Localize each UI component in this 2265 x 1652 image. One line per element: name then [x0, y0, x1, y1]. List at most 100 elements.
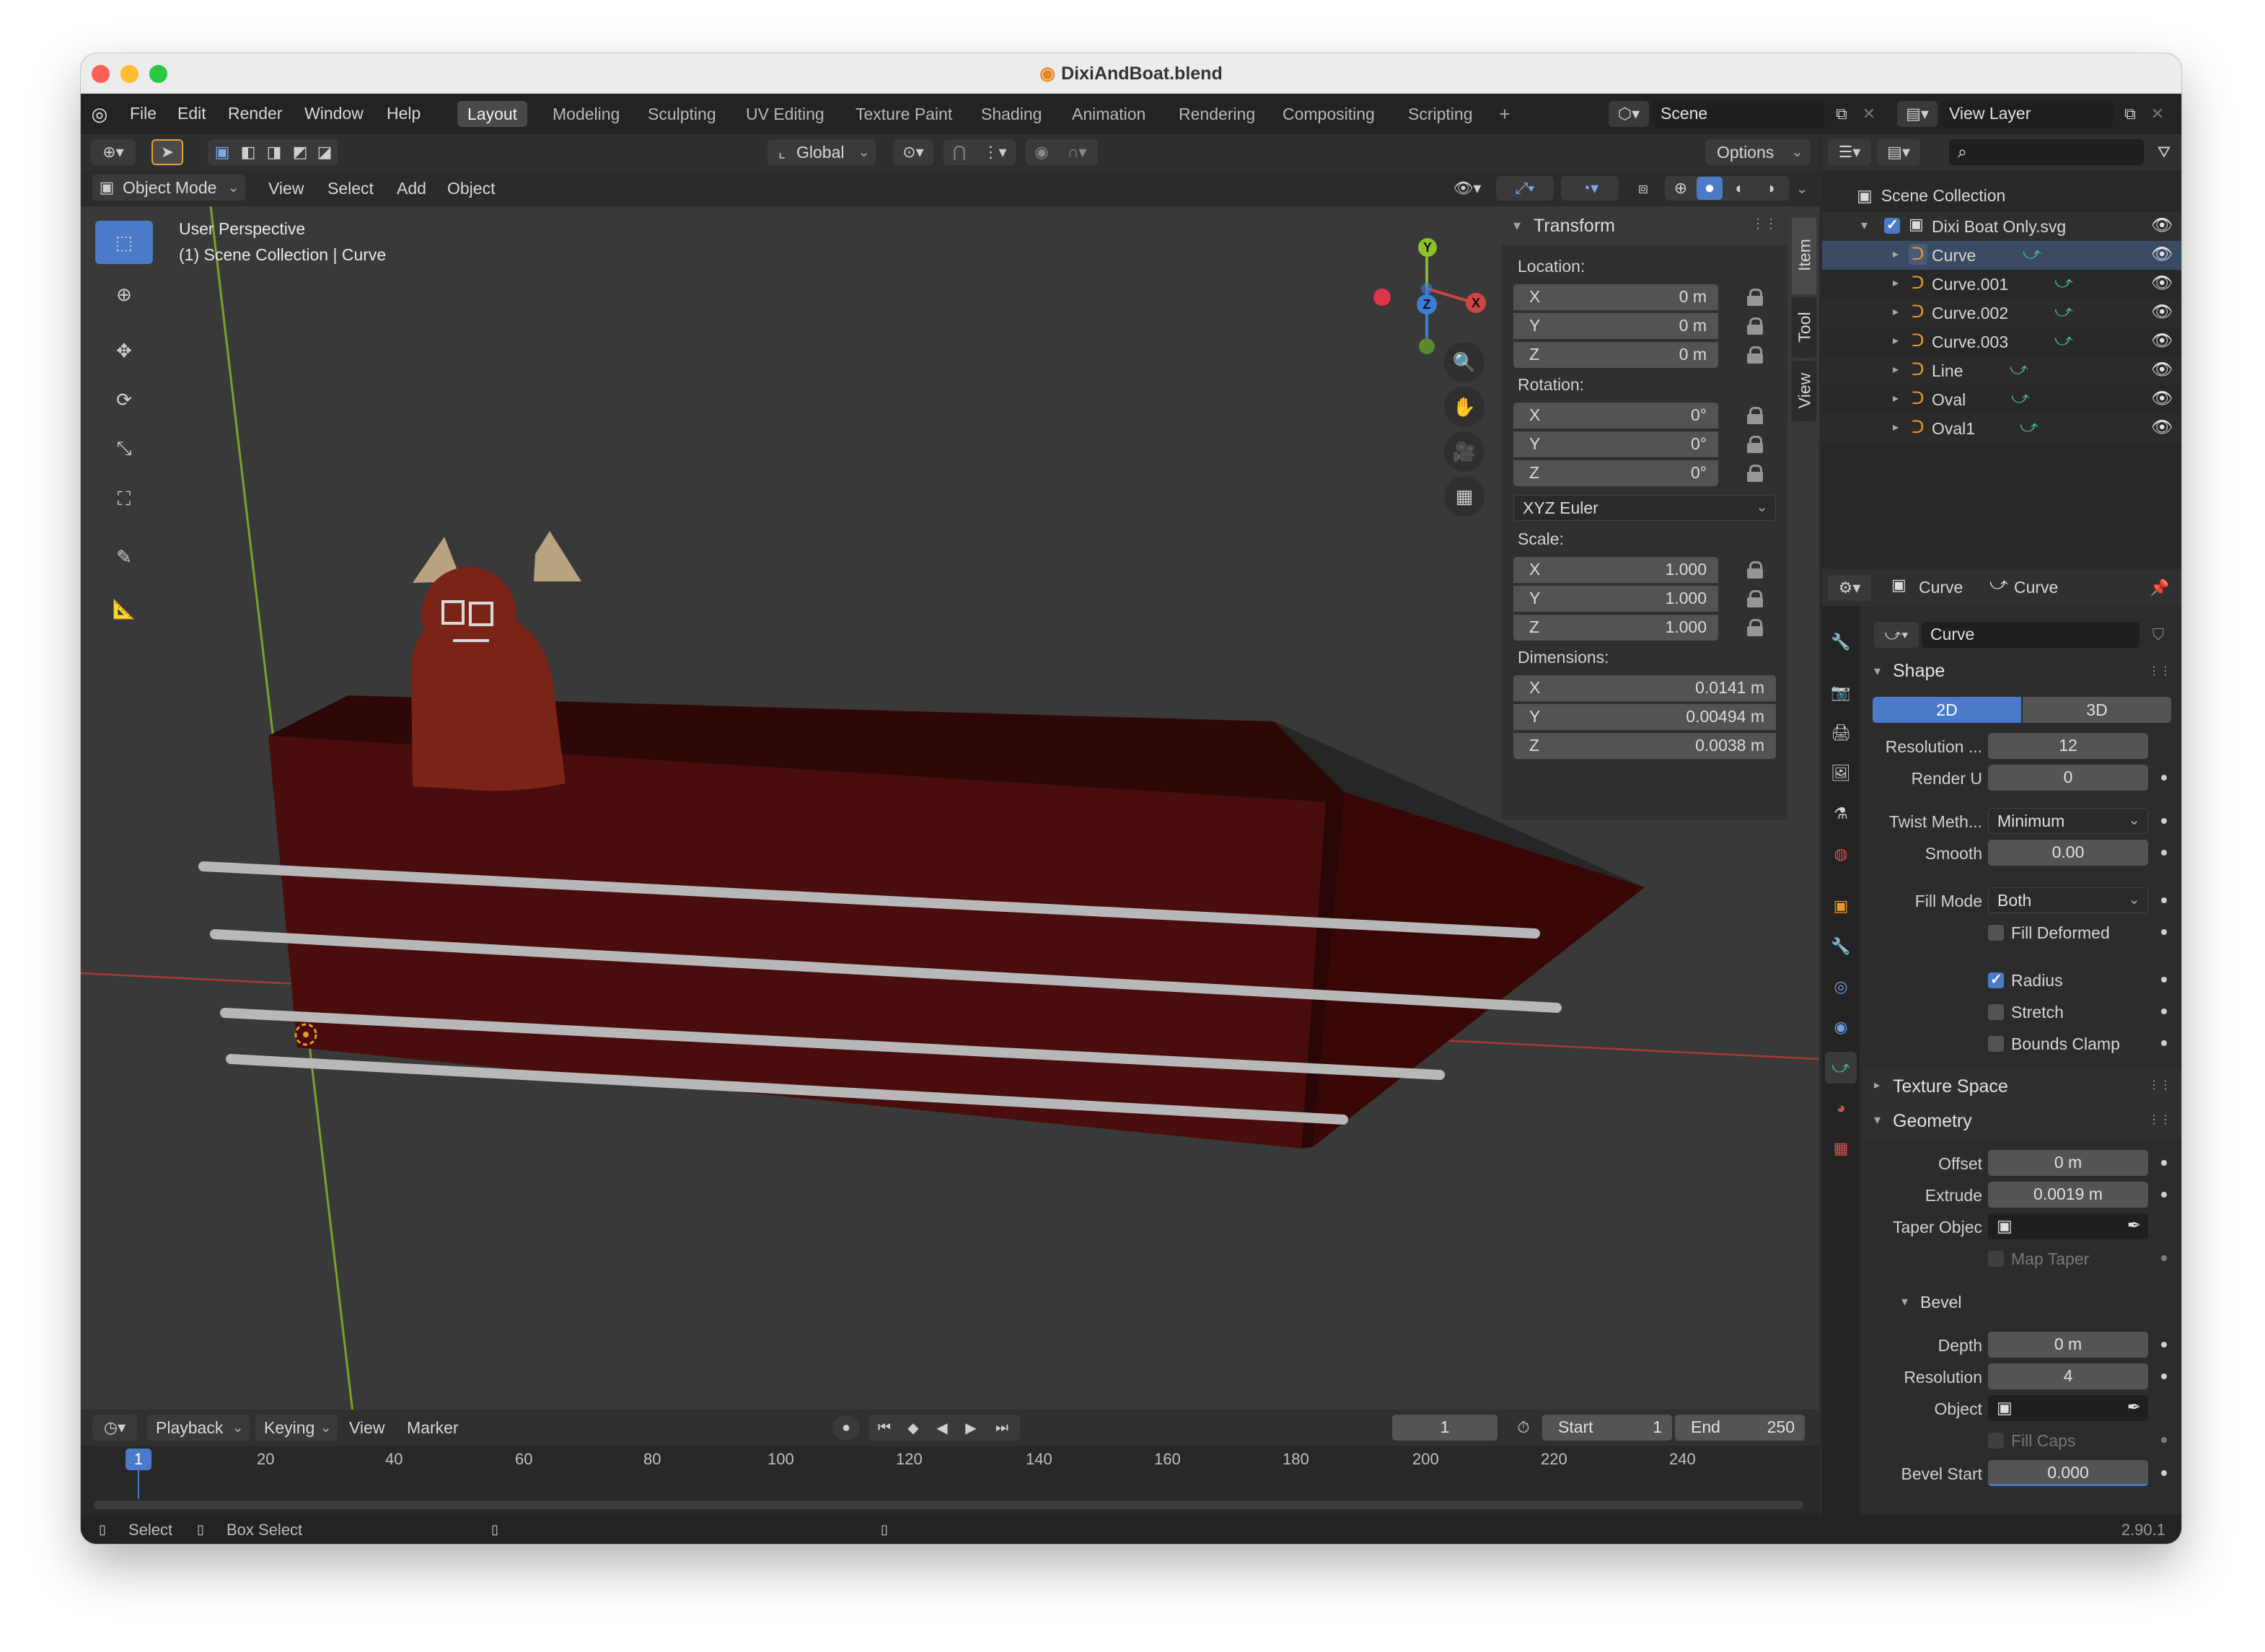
new-scene-icon[interactable]: ⧉: [1829, 101, 1854, 127]
select-difference-icon[interactable]: ◩: [289, 141, 312, 164]
lock-icon[interactable]: [1747, 590, 1763, 607]
xray-toggle-icon[interactable]: ⧈: [1630, 176, 1656, 201]
new-view-layer-icon[interactable]: ⧉: [2118, 101, 2142, 127]
expand-arrow-icon[interactable]: ▸: [1893, 362, 1899, 377]
viewport-menu-select[interactable]: Select: [327, 179, 374, 198]
view-layer-tab-icon[interactable]: 🖼: [1826, 759, 1855, 788]
jump-to-start-icon[interactable]: ⏮: [871, 1416, 897, 1439]
animate-property-icon[interactable]: [2161, 897, 2167, 903]
view-layer-selector-button[interactable]: ▤▾: [1897, 101, 1938, 127]
fill-mode-dropdown[interactable]: Both ⌄: [1988, 887, 2148, 913]
expand-arrow-icon[interactable]: ▾: [1861, 218, 1868, 233]
select-new-icon[interactable]: ▣: [211, 141, 234, 164]
next-keyframe-icon[interactable]: ⏭: [987, 1416, 1017, 1439]
fill-caps-checkbox[interactable]: [1988, 1433, 2004, 1449]
add-workspace-icon[interactable]: +: [1493, 102, 1516, 126]
outliner-item-oval1[interactable]: ▸ ᑐ Oval1 ⤻ 👁: [1822, 414, 2181, 443]
curve-data-icon[interactable]: ⤻: [2020, 417, 2038, 437]
visibility-eye-icon[interactable]: 👁: [2151, 359, 2173, 380]
visibility-dropdown-icon[interactable]: 👁▾: [1446, 176, 1489, 201]
viewport-menu-add[interactable]: Add: [397, 179, 426, 198]
proportional-edit-group[interactable]: ◉ ∩▾: [1026, 139, 1098, 165]
animate-property-icon[interactable]: [2161, 775, 2167, 781]
move-tool-icon[interactable]: ✥: [95, 329, 153, 372]
location-y-field[interactable]: Y 0 m: [1513, 313, 1718, 339]
gizmo-x-axis[interactable]: X: [1466, 293, 1486, 313]
bevel-object-field[interactable]: ▣ ✒: [1988, 1395, 2148, 1421]
blender-logo-icon[interactable]: ◎: [88, 102, 111, 126]
bevel-resolution-field[interactable]: 4: [1988, 1363, 2148, 1389]
tab-texture-paint[interactable]: Texture Paint: [845, 101, 962, 127]
dimension-x-field[interactable]: X 0.0141 m: [1513, 675, 1776, 701]
bounds-clamp-checkbox[interactable]: [1988, 1036, 2004, 1052]
expand-arrow-icon[interactable]: ▸: [1893, 420, 1899, 434]
rotation-x-field[interactable]: X 0°: [1513, 403, 1718, 429]
end-frame-field[interactable]: End 250: [1675, 1415, 1805, 1441]
menu-render[interactable]: Render: [228, 104, 282, 123]
collection-checkbox[interactable]: [1884, 216, 1900, 234]
animate-property-icon[interactable]: [2161, 1009, 2167, 1014]
animate-property-icon[interactable]: [2161, 818, 2167, 824]
dimension-y-field[interactable]: Y 0.00494 m: [1513, 704, 1776, 730]
perspective-toggle-icon[interactable]: ▦: [1444, 476, 1485, 517]
curve-data-icon[interactable]: ⤻: [2054, 330, 2073, 351]
timeline-menu-marker[interactable]: Marker: [407, 1418, 459, 1438]
tab-compositing[interactable]: Compositing: [1272, 101, 1385, 127]
visibility-eye-icon[interactable]: 👁: [2151, 388, 2173, 409]
lock-icon[interactable]: [1747, 436, 1763, 453]
tab-item[interactable]: Item: [1792, 218, 1816, 294]
object-properties-icon[interactable]: ▣: [1826, 892, 1855, 921]
annotate-tool-icon[interactable]: ✎: [95, 535, 153, 579]
shape-panel-title[interactable]: Shape: [1893, 661, 1945, 682]
location-z-field[interactable]: Z 0 m: [1513, 342, 1718, 368]
fill-deformed-checkbox[interactable]: [1988, 925, 2004, 941]
tab-layout[interactable]: Layout: [457, 101, 528, 127]
bevel-title[interactable]: Bevel: [1920, 1293, 1962, 1312]
transform-tool-icon[interactable]: ⛶: [95, 478, 153, 521]
particles-icon[interactable]: ◎: [1826, 972, 1855, 1001]
playback-dropdown[interactable]: Playback ⌄: [147, 1415, 250, 1441]
transform-panel-header[interactable]: ▾ Transform ⋮⋮: [1502, 208, 1787, 245]
delete-view-layer-icon[interactable]: ✕: [2145, 101, 2170, 127]
visibility-eye-icon[interactable]: 👁: [2151, 273, 2173, 294]
expand-arrow-icon[interactable]: ▸: [1893, 304, 1899, 319]
curve-data-icon[interactable]: ⤻: [2054, 273, 2073, 293]
lock-icon[interactable]: [1747, 317, 1763, 335]
expand-arrow-icon[interactable]: ▸: [1893, 276, 1899, 290]
tab-sculpting[interactable]: Sculpting: [638, 101, 726, 127]
lock-icon[interactable]: [1747, 346, 1763, 364]
pin-icon[interactable]: 📌: [2147, 575, 2173, 601]
measure-tool-icon[interactable]: 📐: [95, 587, 153, 631]
visibility-eye-icon[interactable]: 👁: [2151, 302, 2173, 322]
stopwatch-icon[interactable]: ⏱: [1509, 1415, 1538, 1441]
fake-user-shield-icon[interactable]: ⛉: [2144, 622, 2173, 648]
timeline-track-area[interactable]: 1 20 40 60 80 100 120 140 160 180 200 22…: [81, 1446, 1819, 1525]
radius-checkbox[interactable]: [1988, 970, 2004, 988]
expand-arrow-icon[interactable]: ▸: [1893, 247, 1899, 261]
tab-shading[interactable]: Shading: [971, 101, 1052, 127]
previous-keyframe-icon[interactable]: ◆: [900, 1416, 926, 1439]
animate-property-icon[interactable]: [2161, 1160, 2167, 1166]
lock-icon[interactable]: [1747, 561, 1763, 579]
animate-property-icon[interactable]: [2161, 1040, 2167, 1046]
texture-space-panel-header[interactable]: ▸ Texture Space ⋮⋮: [1862, 1069, 2181, 1104]
current-frame-field[interactable]: 1: [1392, 1415, 1497, 1441]
curve-data-icon[interactable]: ⤻: [2023, 244, 2041, 264]
lock-icon[interactable]: [1747, 465, 1763, 482]
curve-data-icon[interactable]: ⤻: [2010, 359, 2028, 379]
eyedropper-icon[interactable]: ✒: [2127, 1397, 2141, 1417]
lock-icon[interactable]: [1747, 289, 1763, 306]
shading-mode-group[interactable]: ⊕ ● ◐ ◑: [1665, 176, 1789, 201]
menu-help[interactable]: Help: [387, 104, 421, 123]
timeline-scrollbar[interactable]: [94, 1501, 1803, 1509]
menu-edit[interactable]: Edit: [177, 104, 206, 123]
transform-orientation-dropdown[interactable]: ⌞ Global ⌄: [768, 139, 876, 165]
falloff-curve-icon[interactable]: ∩▾: [1057, 141, 1096, 164]
menu-file[interactable]: File: [130, 104, 157, 123]
bevel-start-field[interactable]: 0.000: [1988, 1460, 2148, 1486]
drag-handle-icon[interactable]: ⋮⋮: [2148, 1078, 2171, 1092]
map-taper-checkbox[interactable]: [1988, 1251, 2004, 1267]
scene-collection-row[interactable]: ▣ Scene Collection: [1857, 186, 2005, 206]
pivot-point-dropdown[interactable]: ⊙▾: [893, 139, 933, 165]
outliner-item-oval[interactable]: ▸ ᑐ Oval ⤻ 👁: [1822, 385, 2181, 414]
